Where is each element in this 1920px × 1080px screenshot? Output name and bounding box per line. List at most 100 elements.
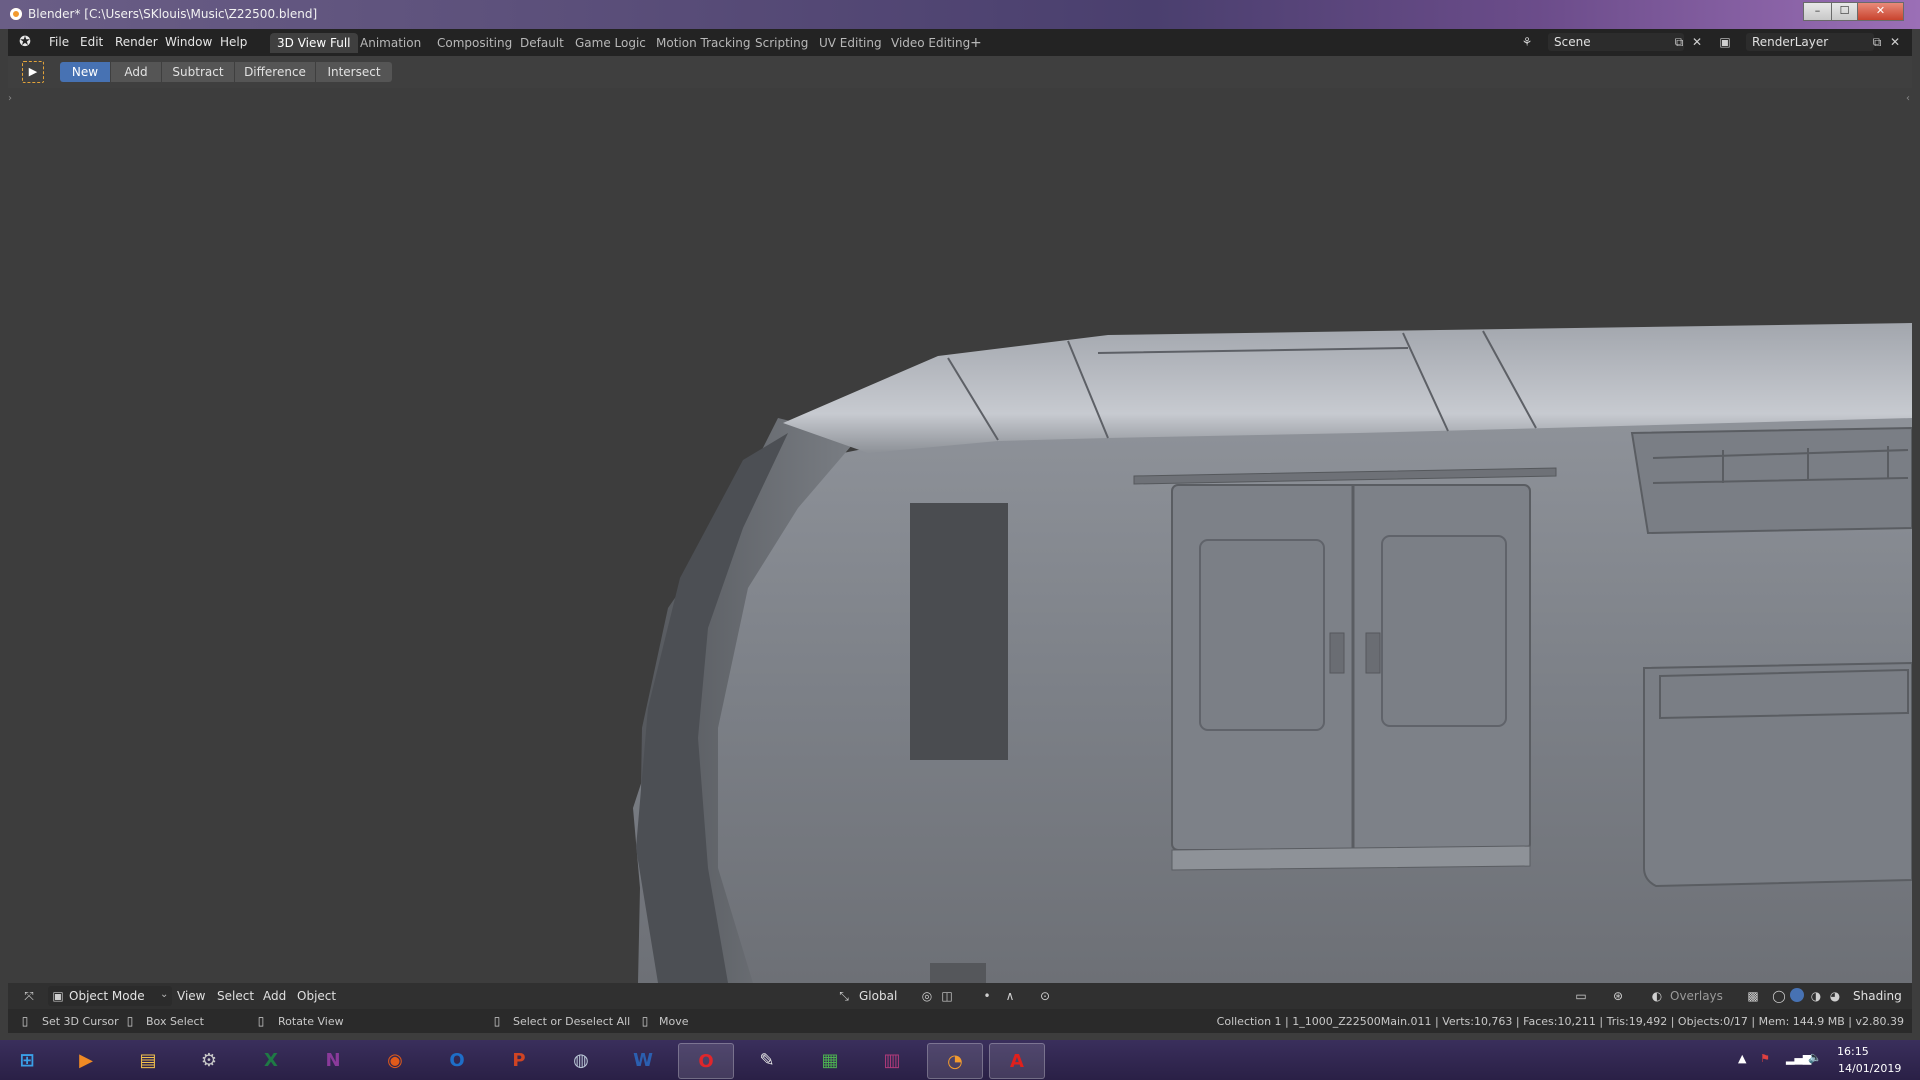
taskbar-media-player-icon[interactable]: ▶	[59, 1043, 113, 1077]
viewport-header: ⤧ ▣ Object Mode ⌄ View Select Add Object…	[8, 983, 1912, 1009]
taskbar-settings-icon[interactable]: ⚙	[182, 1043, 236, 1077]
tab-3d-view-full[interactable]: 3D View Full	[270, 33, 358, 53]
scene-icon[interactable]: ⚘	[1520, 35, 1534, 49]
menu-add[interactable]: Add	[263, 989, 286, 1003]
tab-scripting[interactable]: Scripting	[748, 33, 815, 53]
object-mode-icon: ▣	[52, 989, 64, 1003]
blender-logo-icon	[10, 8, 22, 20]
taskbar-acrobat-icon[interactable]: A	[989, 1043, 1045, 1079]
blender-glyph: ◔	[947, 1050, 963, 1072]
new-view-layer-icon[interactable]: ⧉	[1870, 35, 1884, 49]
onenote-glyph: N	[325, 1049, 341, 1071]
menu-render[interactable]: Render	[115, 35, 158, 49]
action-center-flag-icon[interactable]: ⚑	[1760, 1052, 1770, 1065]
tab-game-logic[interactable]: Game Logic	[568, 33, 653, 53]
mouse-right-icon: ▯	[493, 1014, 501, 1028]
tab-motion-tracking[interactable]: Motion Tracking	[649, 33, 757, 53]
taskbar-onenote-icon[interactable]: N	[306, 1043, 360, 1077]
taskbar-steam-icon[interactable]: ◍	[554, 1043, 608, 1077]
mode-new-button[interactable]: New	[60, 62, 110, 82]
mode-add-button[interactable]: Add	[111, 62, 161, 82]
add-workspace-button[interactable]: +	[963, 33, 989, 53]
solid-shading-icon[interactable]	[1790, 988, 1804, 1002]
menu-select[interactable]: Select	[217, 989, 254, 1003]
delete-scene-icon[interactable]: ✕	[1690, 35, 1704, 49]
mode-intersect-button[interactable]: Intersect	[316, 62, 392, 82]
file-explorer-glyph: ▤	[139, 1049, 157, 1071]
rendered-shading-icon[interactable]: ◕	[1828, 989, 1842, 1003]
view-layer-icon[interactable]: ▣	[1718, 35, 1732, 49]
tab-compositing[interactable]: Compositing	[430, 33, 519, 53]
toolbar-expand-arrow[interactable]: ›	[8, 93, 12, 104]
taskbar-winrar-icon[interactable]: ▥	[865, 1043, 919, 1077]
view-layer-name-field[interactable]: RenderLayer	[1746, 33, 1874, 51]
xray-icon[interactable]: ▩	[1746, 989, 1760, 1003]
3d-viewport[interactable]: › ‹	[8, 88, 1912, 983]
mouse-move-icon: ▯	[641, 1014, 649, 1028]
menu-help[interactable]: Help	[220, 35, 247, 49]
wireframe-shading-icon[interactable]: ◯	[1772, 989, 1786, 1003]
editor-type-icon[interactable]: ⤧	[22, 989, 36, 1003]
settings-glyph: ⚙	[200, 1049, 218, 1071]
mode-dropdown[interactable]: ▣ Object Mode ⌄	[48, 986, 172, 1006]
mouse-left-icon: ▯	[21, 1014, 29, 1028]
tab-uv-editing[interactable]: UV Editing	[812, 33, 889, 53]
scene-name-field[interactable]: Scene	[1548, 33, 1684, 51]
scene-statistics: Collection 1 | 1_1000_Z22500Main.011 | V…	[1216, 1015, 1904, 1028]
menu-object[interactable]: Object	[297, 989, 336, 1003]
overlays-label[interactable]: Overlays	[1670, 989, 1723, 1003]
material-shading-icon[interactable]: ◑	[1809, 989, 1823, 1003]
taskbar-file-explorer-icon[interactable]: ▤	[121, 1043, 175, 1077]
tab-default[interactable]: Default	[513, 33, 571, 53]
sidebar-expand-arrow[interactable]: ‹	[1906, 93, 1910, 104]
taskbar-game-app-icon[interactable]: ◉	[368, 1043, 422, 1077]
outlook-glyph: O	[449, 1049, 465, 1071]
taskbar-blender-icon[interactable]: ◔	[927, 1043, 983, 1079]
taskbar-opera-icon[interactable]: O	[678, 1043, 734, 1079]
mode-difference-button[interactable]: Difference	[235, 62, 315, 82]
overlays-icon[interactable]: ◐	[1650, 989, 1664, 1003]
menu-file[interactable]: File	[49, 35, 69, 49]
delete-view-layer-icon[interactable]: ✕	[1888, 35, 1902, 49]
taskbar-monitor-app-icon[interactable]: ▦	[803, 1043, 857, 1077]
new-scene-icon[interactable]: ⧉	[1672, 35, 1686, 49]
close-button[interactable]: ✕	[1857, 2, 1904, 21]
menu-window[interactable]: Window	[165, 35, 212, 49]
taskbar-paint-icon[interactable]: ✎	[740, 1043, 794, 1077]
cab-side-window	[910, 503, 1008, 760]
snap-target-icon[interactable]: ◫	[940, 989, 954, 1003]
snap-icon[interactable]: •	[980, 989, 994, 1003]
minimize-button[interactable]: –	[1803, 2, 1832, 21]
clock-date[interactable]: 14/01/2019	[1838, 1062, 1901, 1075]
clock-time[interactable]: 16:15	[1837, 1045, 1869, 1058]
pivot-icon[interactable]: ◎	[920, 989, 934, 1003]
taskbar-word-icon[interactable]: W	[616, 1043, 670, 1077]
word-glyph: W	[633, 1049, 653, 1071]
tool-header: ▶ New Add Subtract Difference Intersect	[8, 56, 1912, 88]
maximize-button[interactable]: ☐	[1831, 2, 1858, 21]
view-object-types-icon[interactable]: ▭	[1574, 989, 1588, 1003]
windows-taskbar: ⊞ ▶ ▤ ⚙ X N ◉ O P ◍ W O ✎ ▦ ▥ ◔ A ▲ ⚑ ▂▄▆ 🔈 16:15 14/01/…	[0, 1040, 1920, 1080]
windows-start-glyph: ⊞	[19, 1049, 35, 1071]
taskbar-windows-start-icon[interactable]: ⊞	[0, 1043, 54, 1077]
shading-label[interactable]: Shading	[1853, 989, 1902, 1003]
taskbar-powerpoint-icon[interactable]: P	[492, 1043, 546, 1077]
tray-expand-icon[interactable]: ▲	[1738, 1052, 1746, 1065]
menu-view[interactable]: View	[177, 989, 205, 1003]
taskbar-excel-icon[interactable]: X	[244, 1043, 298, 1077]
mouse-middle-icon: ▯	[257, 1014, 265, 1028]
taskbar-outlook-icon[interactable]: O	[430, 1043, 484, 1077]
proportional-editing-icon[interactable]: ∧	[1003, 989, 1017, 1003]
blender-menu-icon[interactable]: ✪	[18, 35, 32, 49]
proportional-falloff-icon[interactable]: ⊙	[1038, 989, 1052, 1003]
transform-orientation-icon[interactable]: ⤡	[837, 989, 851, 1003]
mode-subtract-button[interactable]: Subtract	[162, 62, 234, 82]
gizmo-icon[interactable]: ⊛	[1611, 989, 1625, 1003]
tab-animation[interactable]: Animation	[353, 33, 428, 53]
menu-edit[interactable]: Edit	[80, 35, 103, 49]
volume-icon[interactable]: 🔈	[1808, 1051, 1822, 1064]
mode-label: Object Mode	[69, 989, 145, 1003]
select-box-tool-icon[interactable]: ▶	[22, 61, 44, 83]
orientation-label[interactable]: Global	[859, 989, 897, 1003]
window-titlebar: Blender* [C:\Users\SKlouis\Music\Z22500.…	[0, 0, 1920, 29]
